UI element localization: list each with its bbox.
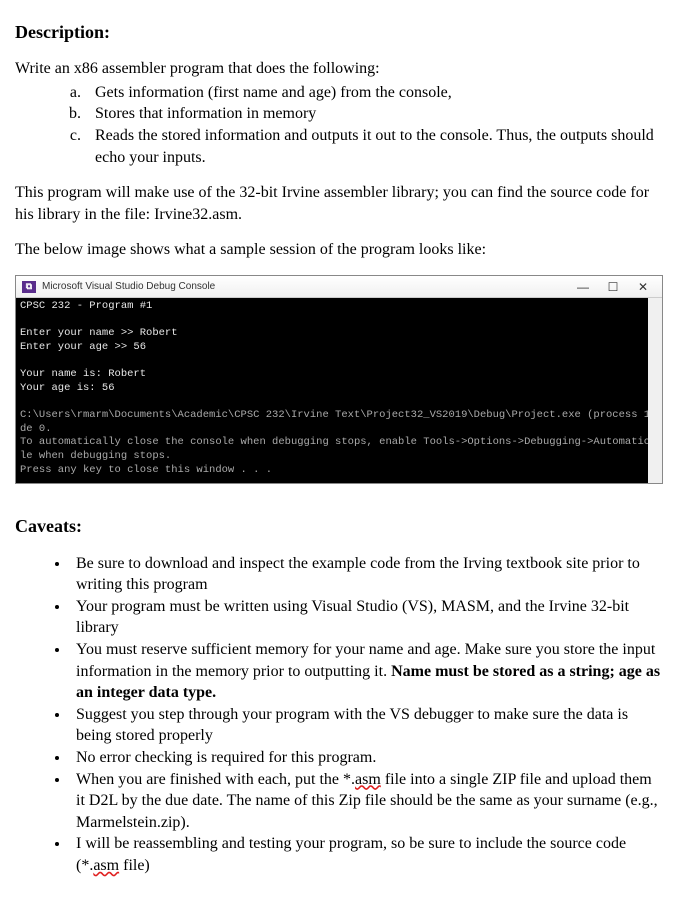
caveat-item: No error checking is required for this p… (70, 747, 663, 769)
intro-text: Write an x86 assembler program that does… (15, 58, 663, 80)
console-scrollbar[interactable] (648, 298, 662, 483)
caveat-item: Be sure to download and inspect the exam… (70, 553, 663, 596)
req-item-a: Gets information (first name and age) fr… (85, 82, 663, 104)
caveat-item: Suggest you step through your program wi… (70, 704, 663, 747)
minimize-button[interactable]: — (568, 278, 598, 296)
caveats-heading: Caveats: (15, 514, 663, 538)
console-window: ⧉ Microsoft Visual Studio Debug Console … (15, 275, 663, 484)
console-title-text: Microsoft Visual Studio Debug Console (42, 280, 215, 294)
close-button[interactable]: ✕ (628, 278, 658, 296)
caveat-item: You must reserve sufficient memory for y… (70, 639, 663, 704)
window-controls: — ☐ ✕ (568, 278, 658, 296)
caveat-item: When you are finished with each, put the… (70, 769, 663, 834)
console-app-icon: ⧉ (22, 281, 36, 293)
sample-intro-paragraph: The below image shows what a sample sess… (15, 239, 663, 261)
console-output: CPSC 232 - Program #1 Enter your name >>… (16, 298, 662, 483)
req-item-c: Reads the stored information and outputs… (85, 125, 663, 168)
caveats-list: Be sure to download and inspect the exam… (70, 553, 663, 877)
caveat-item: I will be reassembling and testing your … (70, 833, 663, 876)
caveat-item: Your program must be written using Visua… (70, 596, 663, 639)
req-item-b: Stores that information in memory (85, 103, 663, 125)
console-titlebar: ⧉ Microsoft Visual Studio Debug Console … (16, 276, 662, 298)
requirements-list: Gets information (first name and age) fr… (85, 82, 663, 168)
description-heading: Description: (15, 20, 663, 44)
maximize-button[interactable]: ☐ (598, 278, 628, 296)
library-paragraph: This program will make use of the 32-bit… (15, 182, 663, 225)
